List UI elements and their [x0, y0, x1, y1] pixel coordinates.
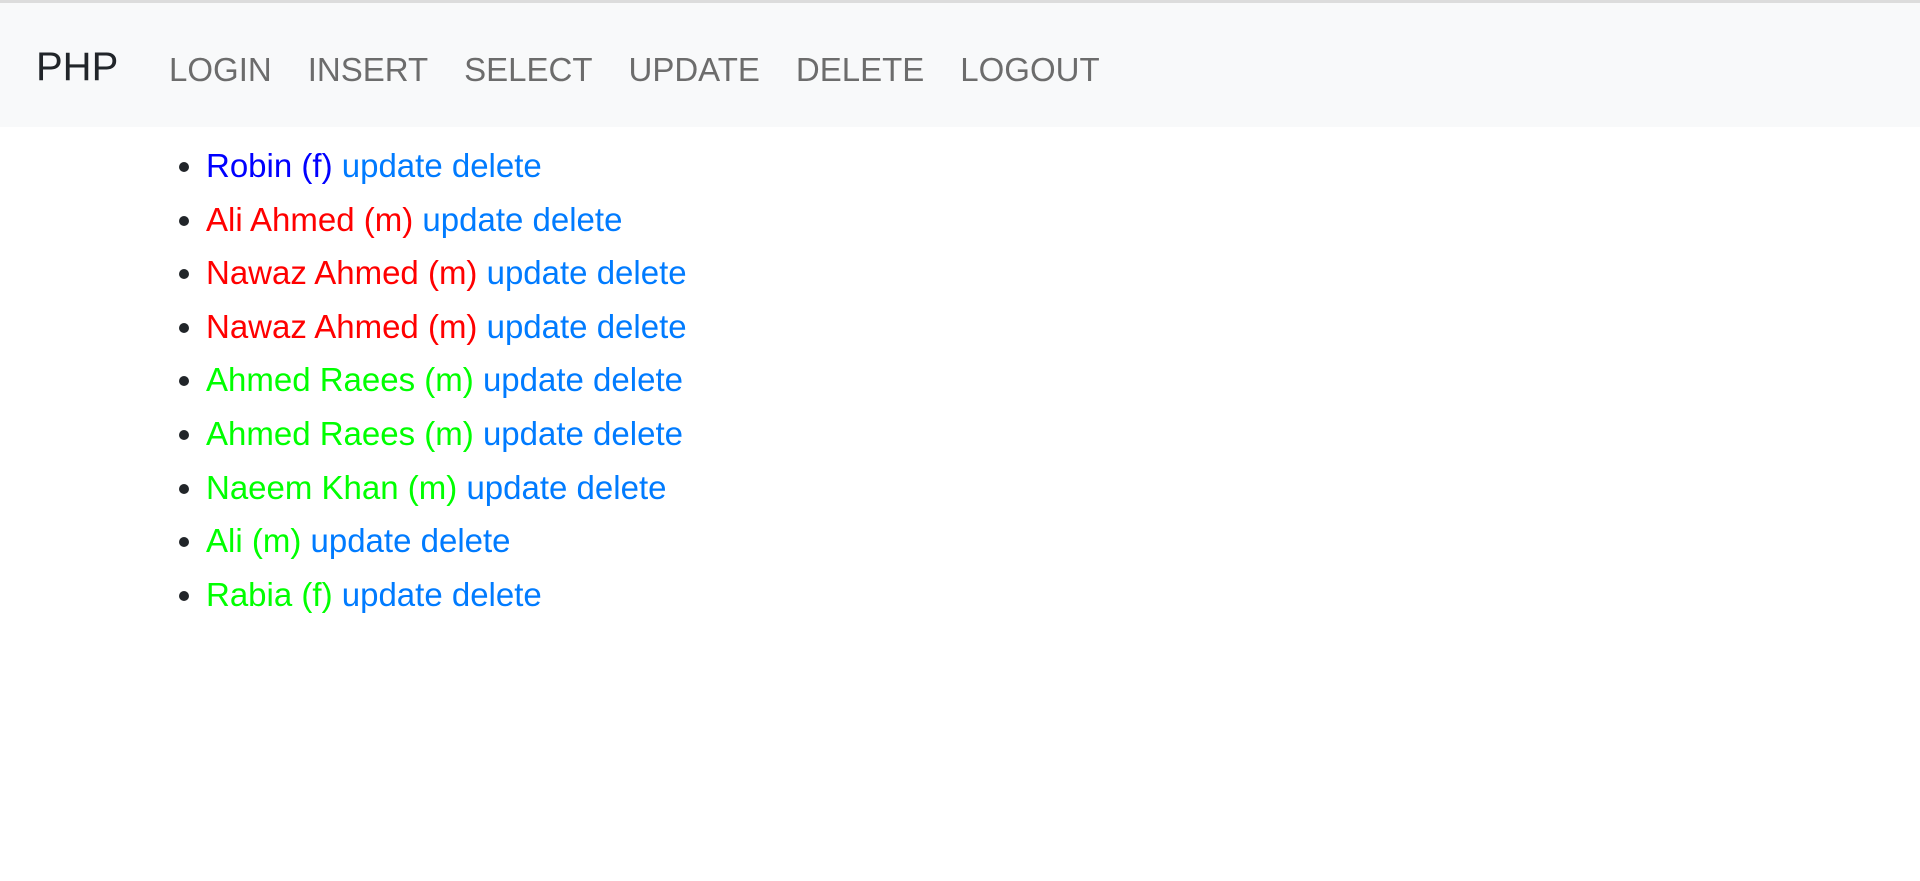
list-item: Rabia (f) update delete — [206, 568, 1920, 622]
person-gender: (f) — [301, 575, 333, 613]
delete-link[interactable]: delete — [593, 361, 683, 398]
list-item: Ali Ahmed (m) update delete — [206, 193, 1920, 247]
list-item: Ahmed Raees (m) update delete — [206, 407, 1920, 461]
person-gender: (m) — [251, 522, 302, 560]
update-link[interactable]: update — [311, 522, 412, 559]
update-link[interactable]: update — [487, 254, 588, 291]
person-gender: (f) — [301, 147, 333, 184]
update-link[interactable]: update — [422, 201, 523, 238]
delete-link[interactable]: delete — [593, 415, 683, 452]
nav-link-update[interactable]: UPDATE — [611, 47, 778, 93]
delete-link[interactable]: delete — [452, 576, 542, 613]
delete-link[interactable]: delete — [452, 147, 542, 184]
main-content: Robin (f) update deleteAli Ahmed (m) upd… — [0, 127, 1920, 621]
list-item: Naeem Khan (m) update delete — [206, 461, 1920, 515]
person-name: Rabia — [206, 575, 293, 613]
navbar-brand[interactable]: PHP — [36, 43, 118, 91]
nav-menu: LOGIN INSERT SELECT UPDATE DELETE LOGOUT — [151, 47, 1118, 93]
person-gender: (m) — [427, 254, 478, 292]
nav-link-logout[interactable]: LOGOUT — [942, 47, 1117, 93]
update-link[interactable]: update — [487, 308, 588, 345]
list-item: Nawaz Ahmed (m) update delete — [206, 300, 1920, 354]
update-link[interactable]: update — [483, 361, 584, 398]
update-link[interactable]: update — [342, 147, 443, 184]
person-name: Nawaz Ahmed — [206, 307, 419, 345]
person-name: Robin — [206, 147, 293, 184]
person-name: Ahmed Raees — [206, 414, 416, 452]
delete-link[interactable]: delete — [577, 469, 667, 506]
person-name: Ali — [206, 522, 243, 560]
person-gender: (m) — [427, 307, 478, 345]
person-gender: (m) — [407, 468, 458, 506]
list-item: Nawaz Ahmed (m) update delete — [206, 246, 1920, 300]
nav-item-insert: INSERT — [290, 47, 446, 93]
list-item: Ali (m) update delete — [206, 514, 1920, 568]
delete-link[interactable]: delete — [597, 254, 687, 291]
person-name: Nawaz Ahmed — [206, 254, 419, 292]
nav-link-select[interactable]: SELECT — [446, 47, 610, 93]
nav-item-delete: DELETE — [778, 47, 942, 93]
person-name: Naeem Khan — [206, 468, 399, 506]
person-gender: (m) — [424, 414, 474, 452]
list-item: Robin (f) update delete — [206, 139, 1920, 193]
navbar: PHP LOGIN INSERT SELECT UPDATE DELETE LO… — [0, 3, 1920, 127]
nav-item-logout: LOGOUT — [942, 47, 1117, 93]
person-gender: (m) — [424, 361, 474, 399]
nav-link-insert[interactable]: INSERT — [290, 47, 446, 93]
list-item: Ahmed Raees (m) update delete — [206, 353, 1920, 407]
update-link[interactable]: update — [483, 415, 584, 452]
nav-item-update: UPDATE — [611, 47, 778, 93]
nav-link-login[interactable]: LOGIN — [151, 47, 290, 93]
person-gender: (m) — [363, 200, 414, 238]
nav-item-login: LOGIN — [151, 47, 290, 93]
nav-link-delete[interactable]: DELETE — [778, 47, 942, 93]
delete-link[interactable]: delete — [597, 308, 687, 345]
people-list: Robin (f) update deleteAli Ahmed (m) upd… — [0, 139, 1920, 621]
person-name: Ahmed Raees — [206, 361, 416, 399]
nav-item-select: SELECT — [446, 47, 610, 93]
delete-link[interactable]: delete — [421, 522, 511, 559]
update-link[interactable]: update — [466, 469, 567, 506]
update-link[interactable]: update — [342, 576, 443, 613]
person-name: Ali Ahmed — [206, 200, 355, 238]
delete-link[interactable]: delete — [533, 201, 623, 238]
